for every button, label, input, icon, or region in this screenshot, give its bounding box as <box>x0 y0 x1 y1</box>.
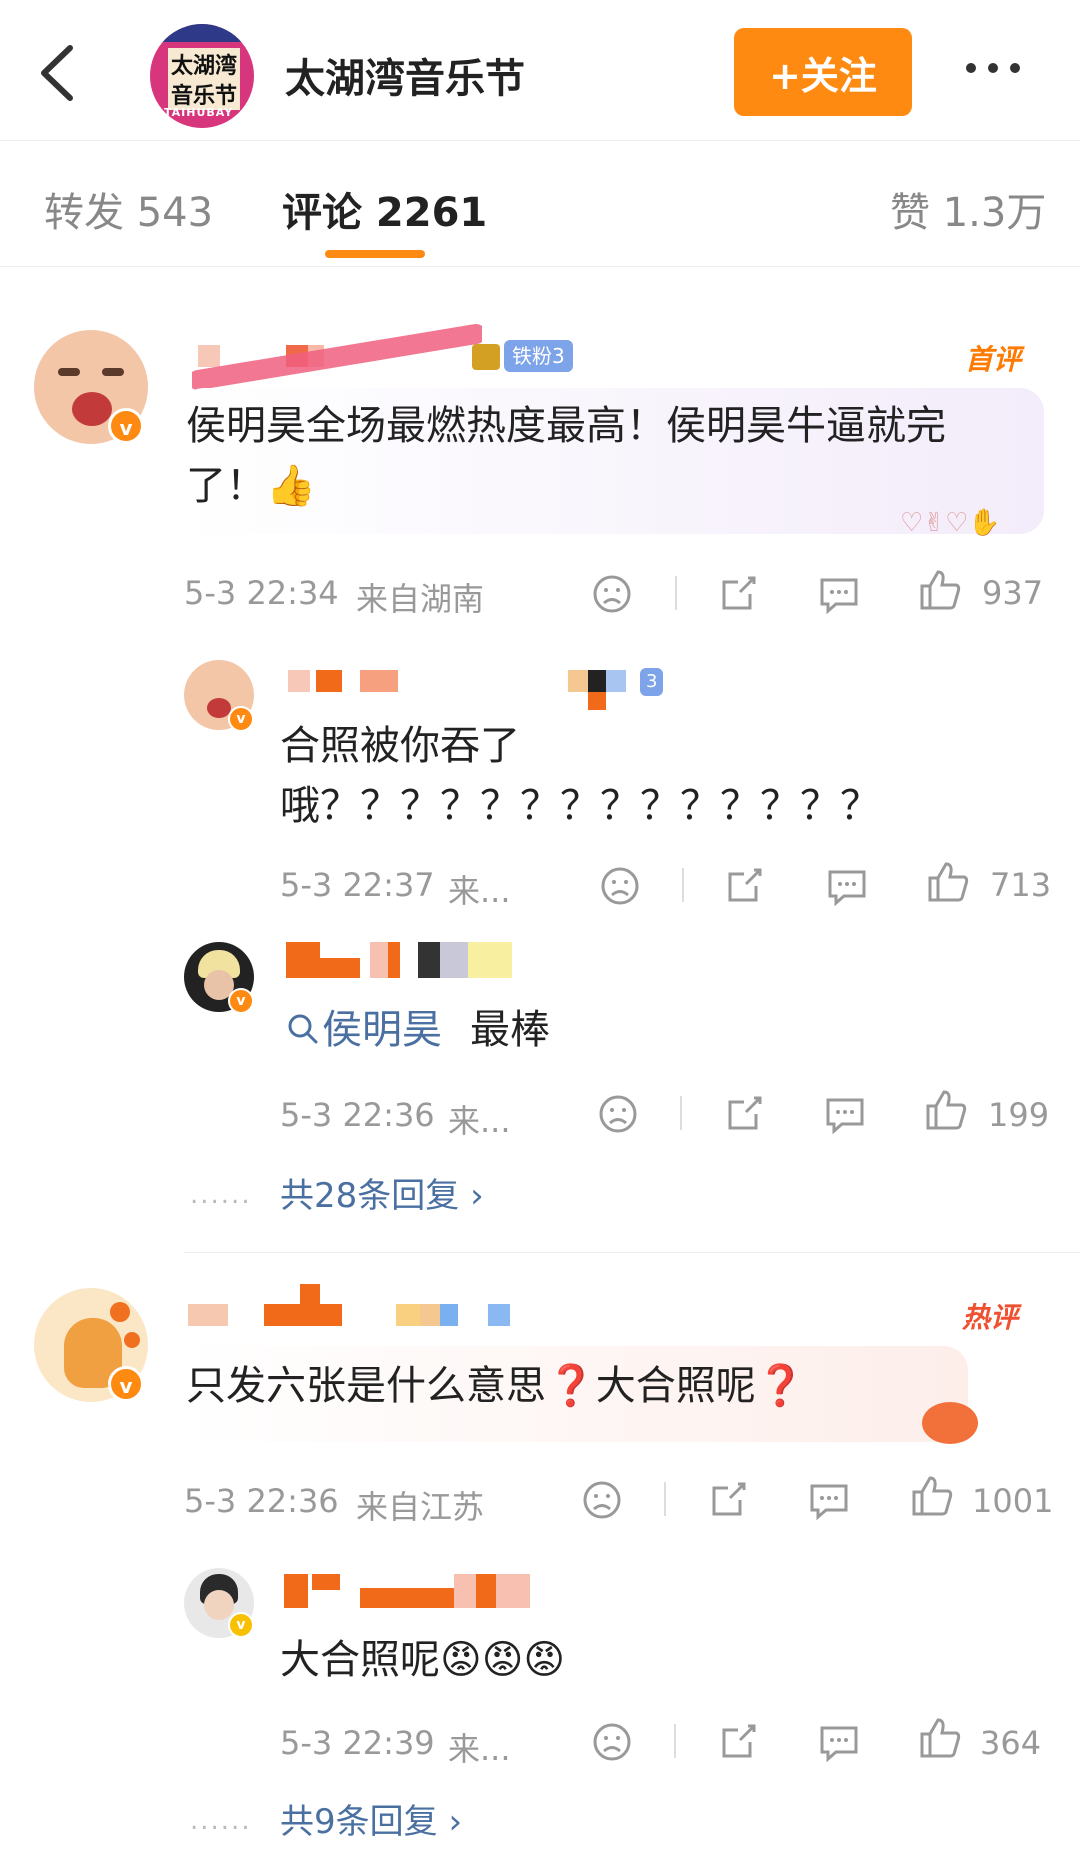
like-thumb-icon[interactable] <box>926 860 970 904</box>
reply-text: 大合照呢😡😡😡 <box>280 1637 566 1683</box>
logo-line-1: 太湖湾 <box>168 48 241 80</box>
tab-likes[interactable]: 赞 1.3万 <box>890 180 1046 238</box>
reply-text-line-2: 哦？？？？？？？？？？？？？？ <box>280 783 880 829</box>
reply-time: 5-3 22:36 <box>280 1096 435 1134</box>
like-count: 1001 <box>972 1482 1054 1520</box>
more-replies-dots: ...... <box>190 1806 252 1836</box>
reply-comment-icon[interactable] <box>824 1094 866 1134</box>
redaction-scribble <box>192 324 482 390</box>
like-thumb-icon[interactable] <box>918 1716 962 1760</box>
hot-comment-tag: 热评 <box>962 1301 1019 1334</box>
like-count: 713 <box>990 866 1052 904</box>
like-thumb-icon[interactable] <box>910 1474 954 1518</box>
active-tab-indicator <box>325 250 425 258</box>
reply-time: 5-3 22:39 <box>280 1724 435 1762</box>
first-comment-tag: 首评 <box>965 343 1022 376</box>
chevron-left-icon[interactable] <box>36 44 80 102</box>
view-more-replies-link[interactable]: 共28条回复 › <box>280 1168 484 1217</box>
reply-location: 来... <box>448 1730 511 1768</box>
dislike-face-icon[interactable] <box>600 866 640 906</box>
comment-time: 5-3 22:36 <box>184 1482 339 1520</box>
fan-level-badge: 3 <box>640 668 664 696</box>
reply-comment-icon[interactable] <box>818 1722 860 1762</box>
verified-badge-icon: v <box>228 988 254 1014</box>
fan-badge: 铁粉3 <box>504 340 573 372</box>
search-icon <box>288 1014 318 1044</box>
tab-reposts[interactable]: 转发 543 <box>44 180 213 238</box>
reply-text-line-1: 合照被你吞了 <box>280 723 520 769</box>
tab-bar: 转发 543 评论 2261 赞 1.3万 <box>0 140 1080 267</box>
dislike-face-icon[interactable] <box>592 574 632 614</box>
like-thumb-icon[interactable] <box>918 568 962 612</box>
reply-location: 来... <box>448 1102 511 1140</box>
reply-time: 5-3 22:37 <box>280 866 435 904</box>
like-count: 364 <box>980 1724 1042 1762</box>
search-topic-link[interactable]: 侯明昊 <box>322 1000 442 1060</box>
verified-badge-icon: v <box>228 1612 254 1638</box>
share-icon[interactable] <box>724 864 766 906</box>
account-avatar[interactable]: 太湖湾 音乐节 TAIHUBAY <box>150 24 254 128</box>
reply-comment-icon[interactable] <box>808 1480 850 1520</box>
share-icon[interactable] <box>708 1478 750 1520</box>
tab-comments[interactable]: 评论 2261 <box>282 180 487 238</box>
share-icon[interactable] <box>718 572 760 614</box>
reply-location: 来... <box>448 872 511 910</box>
verified-badge-icon: v <box>228 706 254 732</box>
account-name[interactable]: 太湖湾音乐节 <box>285 46 525 104</box>
verified-badge-icon: v <box>108 408 144 444</box>
comment-text: 侯明昊全场最燃热度最高！侯明昊牛逼就完了！👍 <box>186 403 946 509</box>
comment-location: 来自江苏 <box>356 1488 485 1526</box>
hands-decoration-icon: ♡✌♡✋ <box>900 508 1001 538</box>
comment-text: 只发六张是什么意思❓大合照呢❓ <box>186 1363 806 1409</box>
top-bar: 太湖湾 音乐节 TAIHUBAY 太湖湾音乐节 +关注 <box>0 0 1080 141</box>
persimmon-decoration-icon <box>922 1402 978 1444</box>
reply-comment-icon[interactable] <box>826 866 868 906</box>
like-count: 937 <box>982 574 1044 612</box>
verified-badge-icon: v <box>108 1366 144 1402</box>
dislike-face-icon[interactable] <box>582 1480 622 1520</box>
comment-location: 来自湖南 <box>356 580 485 618</box>
dislike-face-icon[interactable] <box>592 1722 632 1762</box>
crown-icon <box>472 344 500 370</box>
more-horizontal-icon[interactable] <box>966 58 1032 76</box>
like-count: 199 <box>988 1096 1050 1134</box>
comment-divider <box>184 1252 1080 1253</box>
dislike-face-icon[interactable] <box>598 1094 638 1134</box>
logo-line-3: TAIHUBAY <box>164 106 234 119</box>
share-icon[interactable] <box>718 1720 760 1762</box>
more-replies-dots: ...... <box>190 1180 252 1210</box>
share-icon[interactable] <box>724 1092 766 1134</box>
like-thumb-icon[interactable] <box>924 1088 968 1132</box>
view-more-replies-link[interactable]: 共9条回复 › <box>280 1794 462 1843</box>
reply-comment-icon[interactable] <box>818 574 860 614</box>
reply-text: 最棒 <box>470 1007 550 1053</box>
follow-button[interactable]: +关注 <box>734 28 912 116</box>
comment-time: 5-3 22:34 <box>184 574 339 612</box>
